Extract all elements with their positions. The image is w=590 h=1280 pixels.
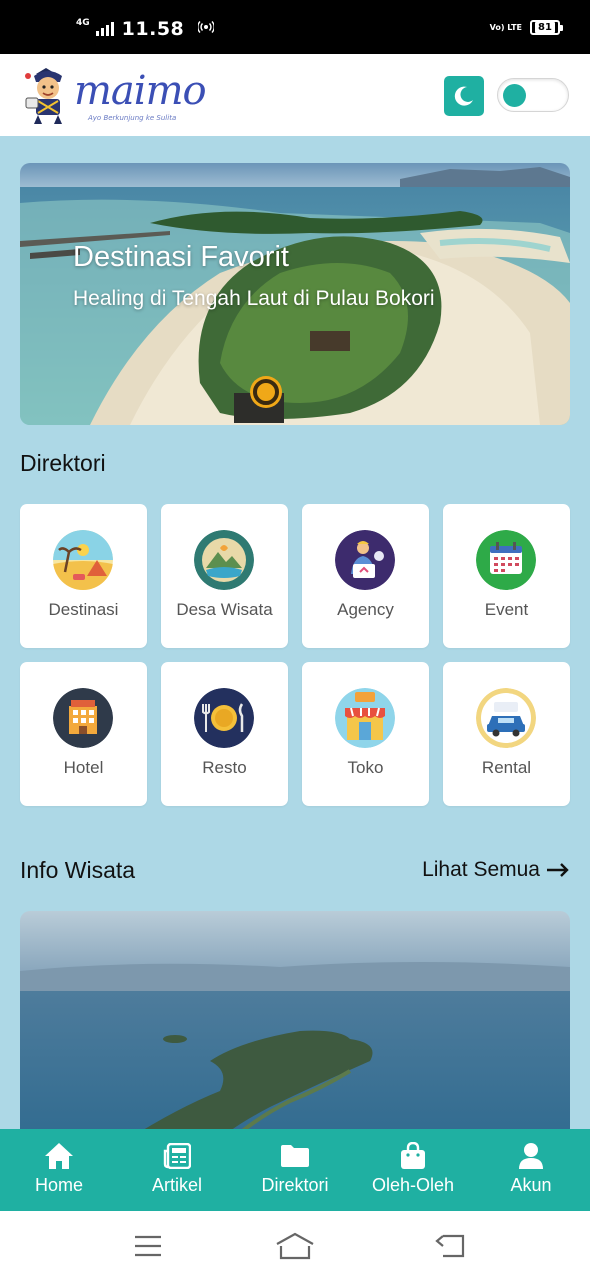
shop-icon [335,688,395,748]
home-icon [43,1141,75,1171]
bottom-nav: Home Artikel Direktori Oleh-Oleh Akun [0,1129,590,1211]
nav-label: Home [34,1175,83,1195]
info-heading: Info Wisata [20,857,136,883]
see-all-label: Lihat Semua [422,858,540,881]
info-image [20,911,570,1151]
directory-label: Event [484,600,529,619]
mascot-icon [25,68,62,124]
directory-grid: Destinasi Desa Wisata Agency Event Hotel… [20,504,570,806]
nav-direktori[interactable]: Direktori [236,1129,354,1211]
system-nav [0,1211,590,1280]
app-header: maimo Ayo Berkunjung ke Sulita [0,54,590,136]
folder-icon [279,1141,311,1171]
nav-label: Artikel [151,1175,202,1195]
moon-icon [454,86,473,106]
clock: 11.58 [121,18,185,40]
recent-apps-button[interactable] [128,1229,168,1263]
status-right: Vo) LTE 81 [489,20,563,35]
info-card[interactable] [20,911,570,1151]
toggle-knob [503,84,526,107]
directory-item-toko[interactable]: Toko [302,662,429,806]
back-button[interactable] [430,1229,470,1263]
user-icon [515,1141,547,1171]
rental-car-icon [476,688,536,748]
plate-cutlery-icon [194,688,254,748]
directory-label: Toko [347,758,384,777]
directory-label: Destinasi [48,600,119,619]
system-home-button[interactable] [275,1229,315,1263]
signal-icon [95,22,114,36]
volte-indicator: Vo) LTE [489,22,522,32]
directory-item-event[interactable]: Event [443,504,570,648]
directory-label: Agency [337,600,394,619]
village-icon [194,530,254,590]
newspaper-icon [161,1141,193,1171]
nav-label: Akun [510,1175,552,1195]
status-left: 4G 11.58 [76,18,216,40]
home-outline-icon [276,1232,314,1260]
directory-label: Resto [202,758,247,777]
directory-item-desa-wisata[interactable]: Desa Wisata [161,504,288,648]
nav-artikel[interactable]: Artikel [118,1129,236,1211]
carousel-indicator[interactable] [253,379,279,405]
logo-wordmark: maimo [74,68,207,114]
directory-item-hotel[interactable]: Hotel [20,662,147,806]
theme-toggle[interactable] [497,78,569,112]
directory-item-destinasi[interactable]: Destinasi [20,504,147,648]
travel-agency-icon [335,530,395,590]
dark-mode-button[interactable] [444,76,484,116]
hero-banner[interactable]: Destinasi Favorit Healing di Tengah Laut… [20,163,570,425]
hero-title: Destinasi Favorit [73,241,289,273]
battery-level: 81 [535,22,555,33]
network-type: 4G [76,18,90,28]
directory-heading: Direktori [20,450,106,476]
nav-label: Direktori [261,1175,329,1195]
nav-home[interactable]: Home [0,1129,118,1211]
directory-item-agency[interactable]: Agency [302,504,429,648]
calendar-icon [476,530,536,590]
battery-icon: 81 [530,20,563,35]
beach-icon [53,530,113,590]
directory-label: Rental [481,758,532,777]
app-logo[interactable]: maimo Ayo Berkunjung ke Sulita [22,64,222,128]
arrow-right-icon [547,863,569,877]
directory-label: Desa Wisata [176,600,273,619]
hero-subtitle: Healing di Tengah Laut di Pulau Bokori [73,287,435,310]
hotel-icon [53,688,113,748]
nav-oleh-oleh[interactable]: Oleh-Oleh [354,1129,472,1211]
menu-icon [135,1235,161,1257]
shopping-bag-icon [397,1141,429,1171]
directory-item-rental[interactable]: Rental [443,662,570,806]
hotspot-icon [197,20,216,38]
nav-akun[interactable]: Akun [472,1129,590,1211]
logo-tagline: Ayo Berkunjung ke Sulita [88,114,177,122]
directory-label: Hotel [63,758,104,777]
directory-item-resto[interactable]: Resto [161,662,288,806]
see-all-link[interactable]: Lihat Semua [422,858,570,882]
nav-label: Oleh-Oleh [371,1175,455,1195]
status-bar: 4G 11.58 Vo) LTE 81 [0,0,590,54]
back-icon [435,1234,465,1258]
